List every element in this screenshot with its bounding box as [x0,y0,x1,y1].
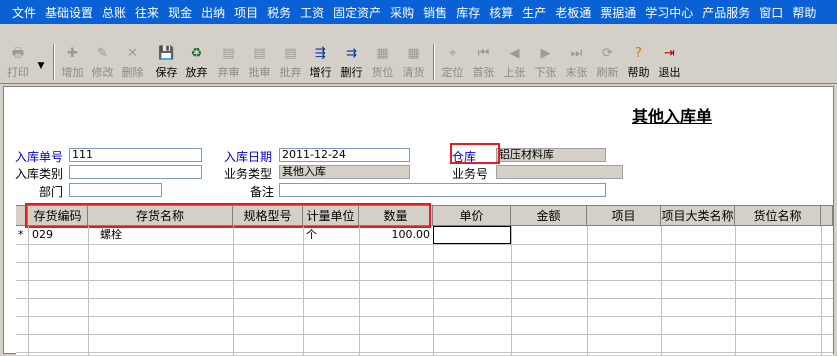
col-header-price[interactable]: 单价 [433,206,511,226]
menu-item-10[interactable]: 采购 [390,4,414,21]
document-icon: ▤ [222,46,235,61]
menu-item-5[interactable]: 出纳 [201,4,225,21]
type-field[interactable] [69,165,202,179]
clear-icon: ▦ [407,46,420,61]
type-label: 入库类别 [15,167,64,181]
menu-item-20[interactable]: 帮助 [792,4,816,21]
warehouse-field[interactable]: 铝压材料库 [496,148,606,162]
row-marker: * [18,228,24,241]
biz-no-field[interactable] [496,165,623,179]
first-button[interactable]: ⏮ 首张 [469,42,498,82]
col-header-location[interactable]: 货位名称 [735,206,821,226]
document-icon: ▤ [284,46,297,61]
print-button[interactable]: 🖶 打印 [2,42,34,82]
next-button[interactable]: ▶ 下张 [531,42,560,82]
biz-type-label: 业务类型 [224,167,273,181]
last-button[interactable]: ⏭ 末张 [562,42,591,82]
menu-item-8[interactable]: 工资 [300,4,324,21]
cell-name[interactable]: 螺栓 [100,227,122,243]
help-button[interactable]: ? 帮助 [624,42,653,82]
dept-label: 部门 [39,185,64,199]
highlight-box-columns [25,203,431,228]
delete-button[interactable]: ✕ 删除 [118,42,147,82]
date-label: 入库日期 [224,150,273,164]
menu-item-3[interactable]: 往来 [135,4,159,21]
delete-icon: ✕ [127,46,138,61]
printer-icon: 🖶 [11,46,25,61]
menu-item-16[interactable]: 票据通 [600,4,636,21]
exit-icon: ⇥ [664,46,675,61]
add-row-button[interactable]: ⇶ 增行 [306,42,335,82]
toolbar: 🖶 打印 ▼ ✚ 增加 ✎ 修改 ✕ 删除 💾 保存 ♻ 放弃 ▤ 弃审 ▤ 批审 ▤ 批弃 ⇶… [0,24,837,84]
review-button[interactable]: ▤ 批审 [245,42,274,82]
exit-button[interactable]: ⇥ 退出 [655,42,684,82]
chevron-down-icon: ▼ [37,61,45,71]
discard-button[interactable]: ♻ 放弃 [182,42,211,82]
menu-item-0[interactable]: 文件 [12,4,36,21]
next-icon: ▶ [540,46,551,61]
print-dropdown-button[interactable]: ▼ [33,54,49,74]
abandon-review-button[interactable]: ▤ 弃审 [214,42,243,82]
last-icon: ⏭ [570,46,583,61]
prev-button[interactable]: ◀ 上张 [500,42,529,82]
prev-icon: ◀ [509,46,520,61]
other-inbound-form: 其他入库单 入库单号 111 入库日期 2011-12-24 仓库 铝压材料库 … [3,86,834,356]
cell-code[interactable]: 029 [32,227,53,243]
menu-item-4[interactable]: 现金 [168,4,192,21]
help-icon: ? [635,46,642,61]
first-icon: ⏮ [477,46,490,61]
add-row-icon: ⇶ [315,46,326,61]
item-grid: 存货编码 存货名称 规格型号 计量单位 数量 单价 金额 项目 项目大类名称 货… [16,203,833,356]
position-button[interactable]: ⌖ 定位 [438,42,467,82]
doc-no-label: 入库单号 [15,150,64,164]
menu-item-13[interactable]: 核算 [489,4,513,21]
refresh-icon: ⟳ [602,46,613,61]
menu-item-19[interactable]: 窗口 [759,4,783,21]
page-title: 其他入库单 [632,107,713,126]
edit-icon: ✎ [97,46,108,61]
cell-qty[interactable]: 100.00 [359,227,431,243]
add-icon: ✚ [67,46,78,61]
cell-unit[interactable]: 个 [306,227,317,243]
menu-item-2[interactable]: 总账 [102,4,126,21]
menu-item-18[interactable]: 产品服务 [702,4,750,21]
col-header-filler [821,206,833,226]
menu-item-15[interactable]: 老板通 [555,4,591,21]
save-button[interactable]: 💾 保存 [152,42,181,82]
menu-item-11[interactable]: 销售 [423,4,447,21]
col-header-project-cat[interactable]: 项目大类名称 [661,206,735,226]
document-icon: ▤ [253,46,266,61]
col-header-amount[interactable]: 金额 [511,206,587,226]
cell-price-selected[interactable] [433,226,511,244]
locate-icon: ⌖ [448,46,457,61]
clear-location-button[interactable]: ▦ 清货 [399,42,428,82]
batch-review-button[interactable]: ▤ 批弃 [276,42,305,82]
add-button[interactable]: ✚ 增加 [58,42,87,82]
save-icon: 💾 [158,46,175,61]
delete-row-icon: ⇉ [346,46,357,61]
menu-item-17[interactable]: 学习中心 [645,4,693,21]
delete-row-button[interactable]: ⇉ 删行 [337,42,366,82]
date-field[interactable]: 2011-12-24 [279,148,410,162]
menu-item-9[interactable]: 固定资产 [333,4,381,21]
menu-item-12[interactable]: 库存 [456,4,480,21]
col-header-project[interactable]: 项目 [587,206,661,226]
menu-item-7[interactable]: 税务 [267,4,291,21]
location-icon: ▦ [376,46,389,61]
edit-button[interactable]: ✎ 修改 [88,42,117,82]
menu-item-1[interactable]: 基础设置 [45,4,93,21]
dept-field[interactable] [69,183,162,197]
location-button[interactable]: ▦ 货位 [368,42,397,82]
remark-label: 备注 [250,185,275,199]
menu-bar: 文件 基础设置 总账 往来 现金 出纳 项目 税务 工资 固定资产 采购 销售 库存 核算 生产 老板通 票据通… [0,0,837,24]
refresh-button[interactable]: ⟳ 刷新 [593,42,622,82]
biz-no-label: 业务号 [452,167,489,181]
trash-icon: ♻ [190,46,203,61]
biz-type-field[interactable]: 其他入库 [279,165,410,179]
menu-item-6[interactable]: 项目 [234,4,258,21]
highlight-box-warehouse [450,143,500,164]
menu-item-14[interactable]: 生产 [522,4,546,21]
doc-no-field[interactable]: 111 [69,148,202,162]
remark-field[interactable] [279,183,606,197]
